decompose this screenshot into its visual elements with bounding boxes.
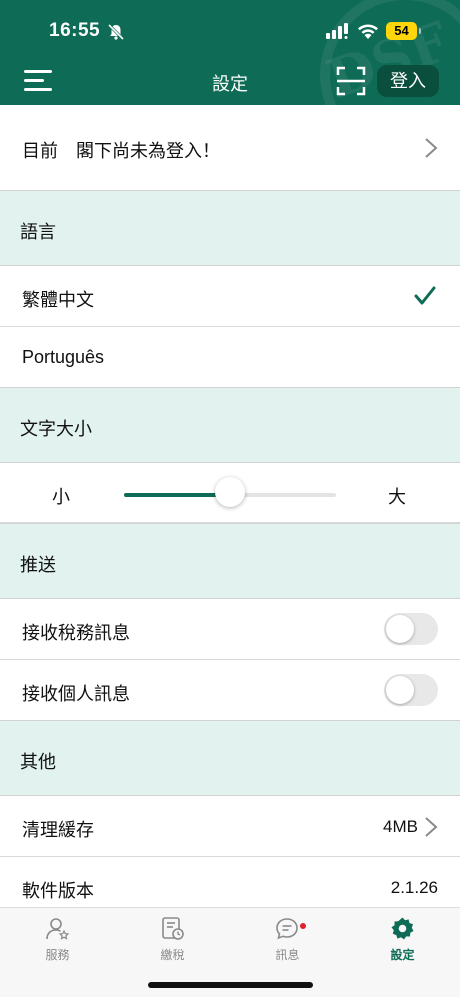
app-header: DSF 16:55 54 設定 登入 (0, 0, 460, 105)
clear-cache-row[interactable]: 清理緩存 4MB (0, 796, 460, 857)
chevron-right-icon (425, 817, 438, 837)
scan-icon[interactable] (336, 66, 366, 96)
language-label: 繁體中文 (22, 290, 94, 310)
push-item-label: 接收個人訊息 (22, 684, 130, 704)
tab-tax[interactable]: 繳稅 (115, 908, 230, 972)
tab-messages[interactable]: 訊息 (230, 908, 345, 972)
battery-tip (419, 28, 421, 34)
push-item-label: 接收稅務訊息 (22, 623, 130, 643)
font-size-section-header: 文字大小 (0, 387, 460, 463)
account-row[interactable]: 目前 閣下尚未為登入！ (0, 105, 460, 191)
gear-icon (391, 917, 414, 940)
cache-size-value: 4MB (383, 817, 418, 836)
clear-cache-label: 清理緩存 (22, 820, 94, 840)
unread-badge (300, 923, 306, 929)
home-indicator (148, 982, 313, 988)
chevron-right-icon (425, 138, 438, 158)
font-size-max-label: 大 (388, 487, 406, 507)
wifi-icon (358, 24, 378, 39)
push-section-header: 推送 (0, 523, 460, 599)
tab-label: 繳稅 (160, 948, 185, 962)
message-icon (276, 918, 298, 940)
login-button[interactable]: 登入 (377, 65, 439, 97)
tab-label: 服務 (45, 948, 70, 962)
account-status-text: 目前 閣下尚未為登入！ (22, 141, 220, 161)
battery-indicator: 54 (386, 22, 417, 40)
checkmark-icon (414, 286, 436, 305)
tax-message-toggle[interactable] (384, 613, 438, 645)
tab-settings[interactable]: 設定 (345, 908, 460, 972)
page-title: 設定 (212, 74, 248, 94)
language-label: Português (22, 347, 105, 367)
slider-thumb[interactable] (215, 477, 245, 507)
push-tax-row: 接收稅務訊息 (0, 599, 460, 660)
push-personal-row: 接收個人訊息 (0, 660, 460, 721)
section-title: 推送 (20, 555, 56, 575)
section-title: 其他 (20, 752, 56, 772)
tab-services[interactable]: 服務 (0, 908, 115, 972)
other-section-header: 其他 (0, 720, 460, 796)
user-star-icon (46, 918, 70, 940)
tab-label: 設定 (390, 948, 415, 962)
tax-document-icon (162, 917, 184, 940)
status-time: 16:55 (49, 20, 101, 41)
language-option-pt[interactable]: Português (0, 327, 460, 388)
section-title: 語言 (20, 222, 56, 242)
cellular-signal-icon (326, 23, 348, 39)
status-bar: 16:55 54 (0, 0, 460, 62)
font-size-min-label: 小 (52, 487, 70, 507)
language-option-zh[interactable]: 繁體中文 (0, 266, 460, 327)
personal-message-toggle[interactable] (384, 674, 438, 706)
language-section-header: 語言 (0, 190, 460, 266)
version-value: 2.1.26 (390, 878, 438, 897)
section-title: 文字大小 (20, 419, 92, 439)
menu-button[interactable] (24, 68, 52, 94)
tab-label: 訊息 (275, 948, 300, 962)
bell-muted-icon (107, 23, 125, 41)
version-label: 軟件版本 (22, 881, 94, 901)
